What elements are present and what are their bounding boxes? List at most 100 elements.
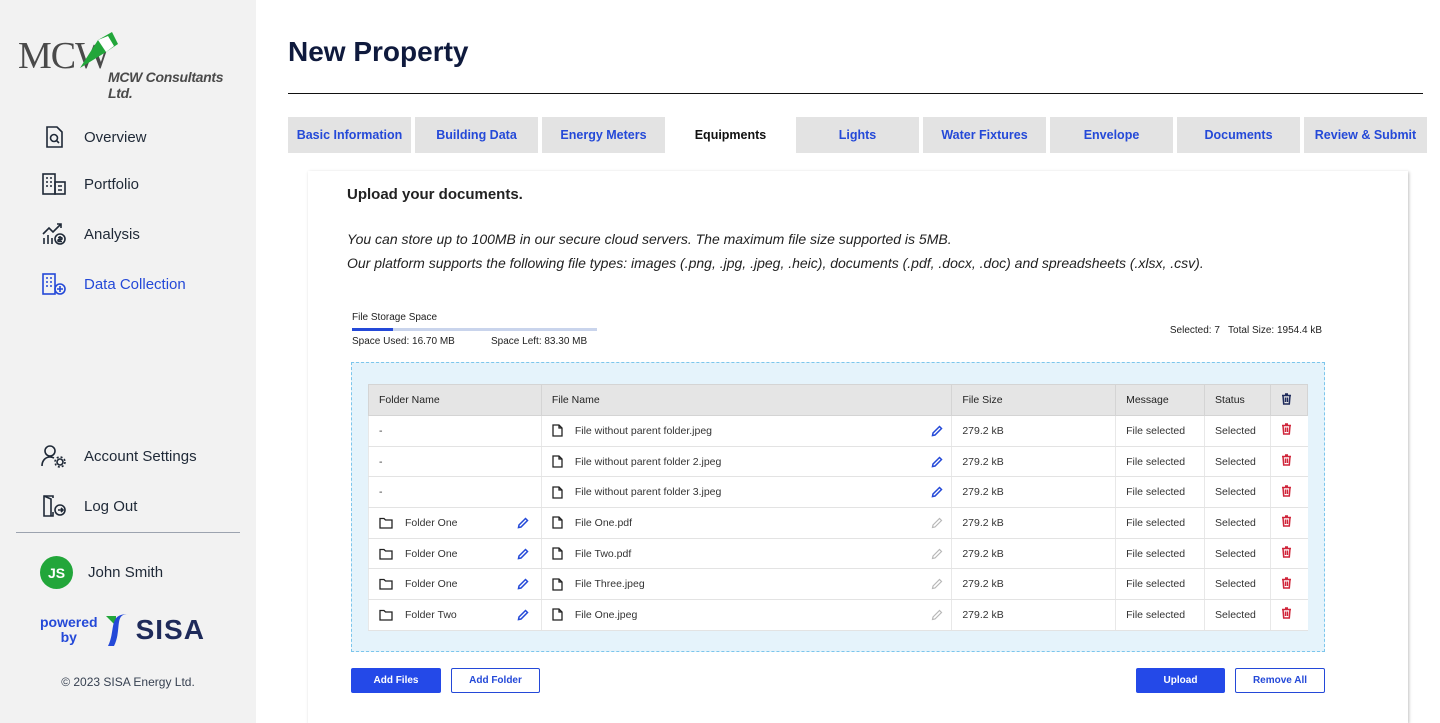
delete-trash-icon[interactable] — [1281, 515, 1292, 528]
file-size: 279.2 kB — [951, 415, 1116, 447]
tab-energy-meters[interactable]: Energy Meters — [542, 117, 665, 153]
edit-folder-pencil-icon[interactable] — [517, 578, 529, 590]
trash-icon[interactable] — [1281, 392, 1292, 405]
file-message: File selected — [1115, 568, 1205, 601]
table-header-row: Folder Name File Name File Size Message … — [368, 384, 1308, 416]
nav-log-out[interactable]: Log Out — [40, 492, 137, 520]
files-table: Folder Name File Name File Size Message … — [368, 384, 1308, 631]
file-name: File Two.pdf — [574, 547, 632, 560]
file-cell: File without parent folder.jpeg — [540, 415, 952, 447]
delete-trash-icon[interactable] — [1281, 546, 1292, 558]
delete-trash-icon[interactable] — [1281, 484, 1292, 497]
file-name: File One.jpeg — [574, 608, 638, 621]
sidebar: MCW MCW Consultants Ltd. Overview Portfo… — [0, 0, 256, 723]
folder-cell: Folder Two — [368, 599, 542, 631]
file-size: 279.2 kB — [951, 446, 1116, 478]
user-name: John Smith — [88, 564, 164, 581]
tab-review-submit[interactable]: Review & Submit — [1304, 117, 1427, 153]
nav-analysis[interactable]: Analysis — [40, 220, 140, 248]
nav-data-collection[interactable]: Data Collection — [40, 270, 186, 298]
file-message: File selected — [1115, 476, 1205, 509]
delete-cell — [1270, 507, 1308, 539]
delete-trash-icon[interactable] — [1281, 454, 1292, 466]
delete-trash-icon[interactable] — [1281, 607, 1292, 620]
analysis-chart-icon — [40, 220, 68, 248]
edit-file-pencil-icon — [931, 609, 943, 621]
file-message: File selected — [1115, 599, 1205, 631]
nav-portfolio[interactable]: Portfolio — [40, 170, 139, 198]
table-row: Folder One File Two.pdf 279.2 kB File selec… — [368, 538, 1308, 570]
tab-equipments[interactable]: Equipments — [669, 117, 792, 153]
title-divider — [288, 93, 1423, 94]
sidebar-divider — [16, 532, 240, 533]
add-files-button[interactable]: Add Files — [351, 668, 441, 693]
file-drop-zone[interactable]: Folder Name File Name File Size Message … — [351, 362, 1325, 652]
header-delete-all[interactable] — [1270, 384, 1308, 416]
file-message: File selected — [1115, 507, 1205, 539]
file-cell: File without parent folder 3.jpeg — [540, 476, 952, 509]
table-row: Folder One File Three.jpeg 279.2 kB File se… — [368, 568, 1308, 601]
edit-file-pencil-icon[interactable] — [931, 425, 943, 437]
folder-cell: Folder One — [368, 538, 542, 570]
file-status: Selected — [1204, 476, 1271, 509]
building-add-icon — [40, 270, 68, 298]
edit-file-pencil-icon[interactable] — [931, 455, 943, 468]
edit-folder-pencil-icon[interactable] — [517, 609, 529, 621]
avatar: JS — [40, 556, 73, 589]
powered-by-text: powered by — [40, 615, 98, 645]
file-cell: File Two.pdf — [540, 538, 952, 570]
header-status[interactable]: Status — [1204, 384, 1271, 416]
folder-icon — [379, 548, 393, 560]
log-out-icon — [40, 492, 68, 520]
remove-all-button[interactable]: Remove All — [1235, 668, 1325, 693]
file-name: File without parent folder.jpeg — [574, 424, 713, 437]
header-message[interactable]: Message — [1115, 384, 1206, 416]
file-icon — [552, 424, 563, 437]
tab-basic-information[interactable]: Basic Information — [288, 117, 411, 153]
add-folder-button[interactable]: Add Folder — [451, 668, 540, 693]
delete-cell — [1270, 446, 1308, 478]
edit-folder-pencil-icon[interactable] — [517, 548, 529, 560]
tab-building-data[interactable]: Building Data — [415, 117, 538, 153]
file-cell: File Three.jpeg — [540, 568, 952, 601]
upload-panel: Upload your documents. You can store up … — [308, 171, 1408, 723]
header-file-name[interactable]: File Name — [540, 384, 953, 416]
file-status: Selected — [1204, 446, 1271, 478]
file-cell: File One.pdf — [540, 507, 952, 539]
tab-documents[interactable]: Documents — [1177, 117, 1300, 153]
header-file-size[interactable]: File Size — [951, 384, 1117, 416]
tab-envelope[interactable]: Envelope — [1050, 117, 1173, 153]
header-folder-name[interactable]: Folder Name — [368, 384, 542, 416]
file-status: Selected — [1204, 415, 1271, 447]
storage-info: You can store up to 100MB in our secure … — [347, 231, 952, 247]
buildings-icon — [40, 170, 68, 198]
delete-cell — [1270, 476, 1308, 509]
tab-water-fixtures[interactable]: Water Fixtures — [923, 117, 1046, 153]
table-row: - File without parent folder 3.jpeg 279.2 … — [368, 476, 1308, 509]
folder-name: Folder One — [405, 578, 458, 591]
folder-name: Folder One — [405, 547, 458, 560]
upload-heading: Upload your documents. — [347, 186, 523, 203]
file-icon — [552, 516, 563, 530]
upload-button[interactable]: Upload — [1136, 668, 1225, 693]
storage-label: File Storage Space — [352, 312, 438, 323]
file-name: File Three.jpeg — [574, 578, 645, 591]
edit-folder-pencil-icon[interactable] — [517, 517, 529, 529]
delete-trash-icon[interactable] — [1281, 423, 1292, 436]
nav-overview[interactable]: Overview — [40, 123, 147, 151]
file-status: Selected — [1204, 538, 1271, 570]
edit-file-pencil-icon — [931, 548, 943, 560]
company-logo[interactable]: MCW MCW Consultants Ltd. — [18, 30, 248, 101]
nav-analysis-label: Analysis — [84, 225, 140, 243]
edit-file-pencil-icon[interactable] — [931, 486, 943, 498]
document-search-icon — [40, 123, 68, 151]
file-message: File selected — [1115, 446, 1205, 478]
user-profile[interactable]: JS John Smith — [40, 556, 163, 589]
delete-trash-icon[interactable] — [1281, 577, 1292, 589]
file-types-info: Our platform supports the following file… — [347, 255, 1204, 271]
nav-account-settings[interactable]: Account Settings — [40, 442, 197, 470]
space-used: Space Used: 16.70 MB — [352, 336, 455, 347]
file-name: File without parent folder 2.jpeg — [574, 455, 722, 468]
tab-lights[interactable]: Lights — [796, 117, 919, 153]
folder-icon — [379, 517, 393, 529]
